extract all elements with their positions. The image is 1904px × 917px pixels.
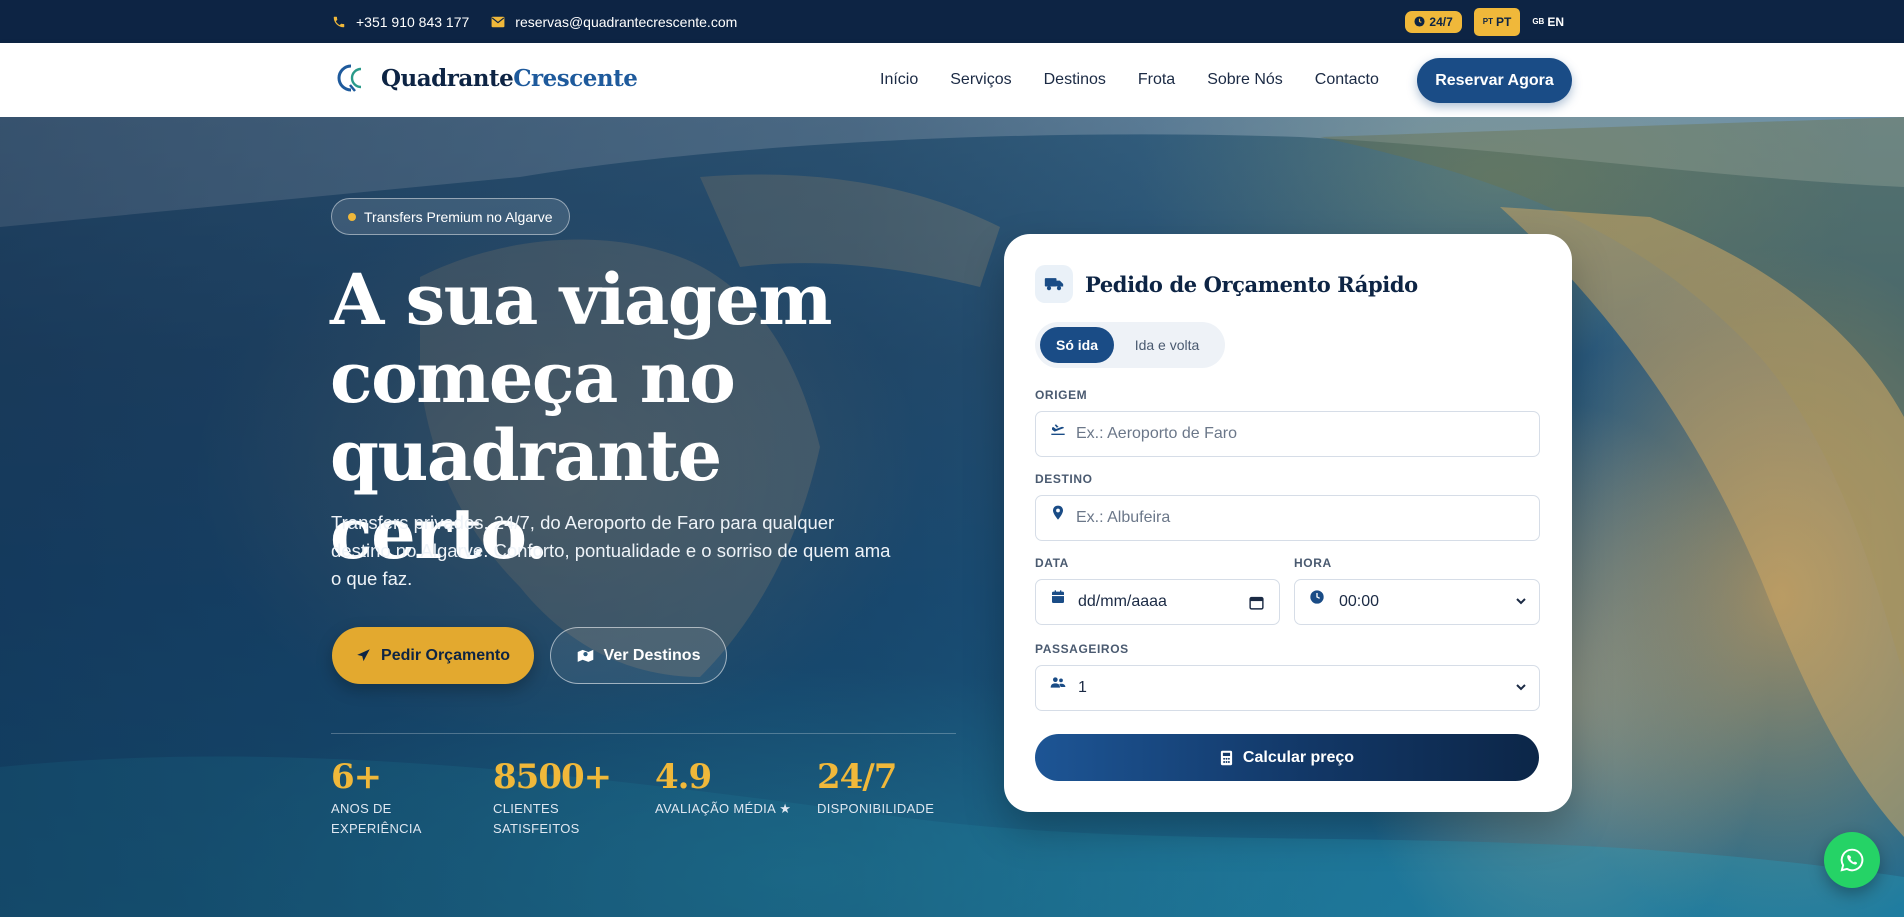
nav-link-destinos[interactable]: Destinos — [1044, 71, 1106, 89]
availability-badge: 24/7 — [1405, 10, 1462, 33]
date-field[interactable]: dd/mm/aaaa — [1035, 579, 1280, 625]
headline-line-1: A sua viagem — [330, 258, 832, 341]
nav-link-sobre-nos[interactable]: Sobre Nós — [1207, 71, 1283, 89]
stat-availability: 24/7 DISPONIBILIDADE — [817, 757, 979, 839]
clock-icon — [1310, 590, 1324, 604]
stats-row: 6+ ANOS DE EXPERIÊNCIA 8500+ CLIENTES SA… — [331, 757, 979, 839]
phone-icon — [333, 16, 345, 27]
origin-label: ORIGEM — [1035, 388, 1088, 402]
brand-name: QuadranteCrescente — [381, 64, 638, 92]
stat-label: ANOS DE EXPERIÊNCIA — [331, 801, 422, 836]
stat-value: 24/7 — [817, 757, 897, 797]
trip-type-toggle: Só ida Ida e volta — [1035, 322, 1225, 368]
brand-part1: Quadrante — [381, 64, 514, 92]
truck-icon-box — [1035, 265, 1073, 303]
stat-label: DISPONIBILIDADE — [817, 801, 935, 816]
calculator-icon — [1220, 750, 1233, 765]
whatsapp-icon — [1840, 848, 1864, 872]
form-title: Pedido de Orçamento Rápido — [1085, 271, 1418, 297]
logo-mark-icon — [337, 64, 362, 92]
passengers-select[interactable]: 1 — [1035, 665, 1540, 711]
stat-experience: 6+ ANOS DE EXPERIÊNCIA — [331, 757, 493, 839]
request-quote-button[interactable]: Pedir Orçamento — [332, 627, 534, 684]
destination-field — [1035, 495, 1540, 541]
origin-field — [1035, 411, 1540, 457]
nav-link-contacto[interactable]: Contacto — [1315, 71, 1379, 89]
top-bar: +351 910 843 177 reservas@quadrantecresc… — [0, 0, 1904, 43]
top-contact: +351 910 843 177 reservas@quadrantecresc… — [332, 0, 737, 43]
stat-rating: 4.9 AVALIAÇÃO MÉDIA ★ — [655, 757, 817, 839]
calculate-price-label: Calcular preço — [1242, 748, 1355, 766]
hero-badge: Transfers Premium no Algarve — [331, 198, 570, 235]
headline-line-2: começa no — [330, 336, 736, 419]
view-destinations-label: Ver Destinos — [603, 646, 701, 664]
map-icon — [577, 649, 593, 662]
date-label: DATA — [1035, 556, 1069, 570]
phone-number: +351 910 843 177 — [356, 13, 470, 30]
destination-label: DESTINO — [1035, 472, 1093, 486]
lang-en-button[interactable]: GB EN — [1532, 15, 1564, 29]
round-trip-tab[interactable]: Ida e volta — [1114, 327, 1220, 363]
send-icon — [357, 649, 370, 662]
chevron-down-icon — [1516, 684, 1526, 691]
destination-input[interactable] — [1036, 496, 1539, 540]
nav-link-servicos[interactable]: Serviços — [950, 71, 1011, 89]
truck-icon — [1044, 278, 1064, 291]
users-icon — [1050, 677, 1066, 688]
view-destinations-button[interactable]: Ver Destinos — [550, 627, 727, 684]
hero-subtext: Transfers privados, 24/7, do Aeroporto d… — [331, 512, 891, 589]
phone-link[interactable]: +351 910 843 177 — [332, 14, 469, 30]
time-value: 00:00 — [1339, 593, 1380, 610]
stat-value: 4.9 — [655, 757, 712, 797]
badge-dot-icon — [348, 212, 356, 221]
chevron-down-icon — [1516, 598, 1526, 605]
time-select[interactable]: 00:00 — [1294, 579, 1540, 625]
date-picker-icon[interactable] — [1248, 594, 1265, 611]
quick-quote-form: Pedido de Orçamento Rápido Só ida Ida e … — [1004, 234, 1572, 812]
calculate-price-button[interactable]: Calcular preço — [1035, 734, 1539, 781]
stats-divider — [331, 733, 956, 734]
brand-part2: Crescente — [513, 64, 638, 92]
email-link[interactable]: reservas@quadrantecrescente.com — [491, 14, 737, 30]
hero-badge-text: Transfers Premium no Algarve — [364, 208, 553, 225]
map-pin-icon — [1053, 505, 1063, 520]
stat-value: 6+ — [331, 757, 382, 797]
gb-flag-icon: GB — [1532, 17, 1545, 26]
logo[interactable]: QuadranteCrescente — [337, 63, 638, 93]
stat-value: 8500+ — [493, 757, 612, 797]
reserve-now-button[interactable]: Reservar Agora — [1417, 58, 1572, 103]
stat-clients: 8500+ CLIENTES SATISFEITOS — [493, 757, 655, 839]
passengers-label: PASSAGEIROS — [1035, 642, 1129, 656]
pt-flag-icon: PT — [1482, 17, 1493, 26]
plane-icon — [1051, 424, 1065, 435]
email-address: reservas@quadrantecrescente.com — [515, 13, 738, 30]
form-header: Pedido de Orçamento Rápido — [1035, 265, 1418, 303]
clock-icon — [1414, 16, 1425, 27]
one-way-tab[interactable]: Só ida — [1040, 327, 1114, 363]
top-right: 24/7 PT PT GB EN — [1405, 0, 1564, 43]
nav-link-frota[interactable]: Frota — [1138, 71, 1175, 89]
nav-links: Início Serviços Destinos Frota Sobre Nós… — [880, 43, 1379, 117]
lang-en-label: EN — [1547, 14, 1564, 29]
mail-icon — [491, 16, 505, 27]
whatsapp-button[interactable] — [1824, 832, 1880, 888]
lang-pt-button[interactable]: PT PT — [1473, 7, 1521, 36]
hero-section: Transfers Premium no Algarve A sua viage… — [0, 117, 1904, 917]
calendar-icon — [1052, 590, 1064, 603]
time-label: HORA — [1294, 556, 1332, 570]
stat-label: CLIENTES SATISFEITOS — [493, 801, 580, 836]
origin-input[interactable] — [1036, 412, 1539, 456]
lang-pt-label: PT — [1495, 14, 1512, 29]
availability-text: 24/7 — [1429, 14, 1453, 29]
stat-label: AVALIAÇÃO MÉDIA ★ — [655, 801, 792, 816]
nav-link-inicio[interactable]: Início — [880, 71, 918, 89]
request-quote-label: Pedir Orçamento — [381, 646, 510, 664]
main-nav: QuadranteCrescente Início Serviços Desti… — [0, 43, 1904, 117]
